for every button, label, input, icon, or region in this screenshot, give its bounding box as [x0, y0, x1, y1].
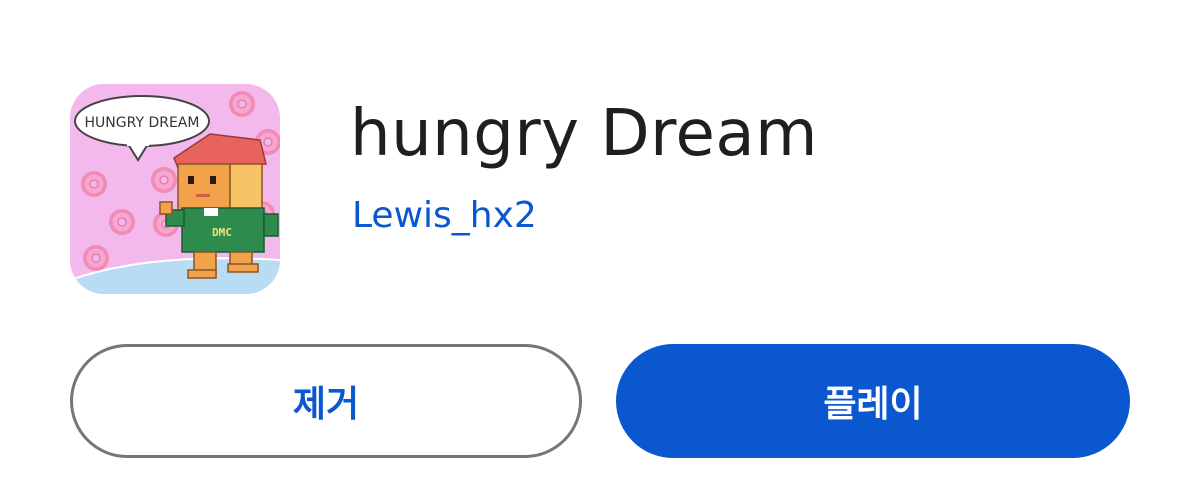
play-button[interactable]: 플레이 [616, 344, 1130, 458]
app-header: HUNGRY DREAM DMC hungry Dream Lewis_hx2 [70, 84, 1150, 294]
app-icon-artwork: HUNGRY DREAM DMC [70, 84, 280, 294]
uninstall-button-label: 제거 [292, 384, 360, 425]
icon-shirt-text: DMC [212, 226, 232, 239]
play-button-label: 플레이 [823, 384, 923, 425]
app-icon[interactable]: HUNGRY DREAM DMC [70, 84, 280, 294]
app-title: hungry Dream [350, 97, 818, 171]
icon-banner-text: HUNGRY DREAM [85, 115, 200, 131]
developer-link[interactable]: Lewis_hx2 [352, 194, 537, 238]
uninstall-button[interactable]: 제거 [70, 344, 582, 458]
